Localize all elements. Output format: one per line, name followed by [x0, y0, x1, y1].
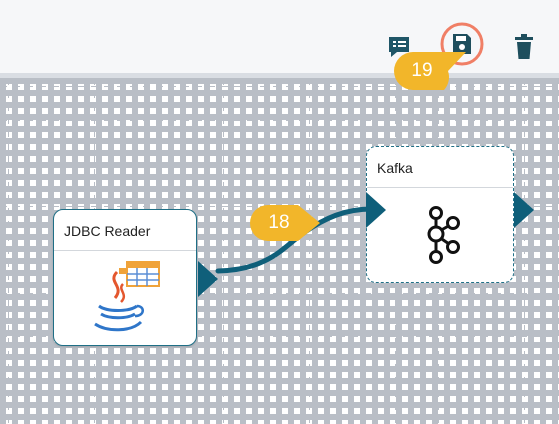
jdbc-reader-node[interactable]: JDBC Reader [53, 209, 218, 346]
kafka-node[interactable]: Kafka [365, 146, 534, 283]
kafka-body [367, 188, 513, 282]
kafka-icon [427, 206, 460, 264]
jdbc-output-port[interactable] [198, 261, 218, 297]
step-18-callout: 18 [268, 212, 290, 233]
jdbc-reader-body [54, 251, 196, 345]
kafka-output-port[interactable] [514, 192, 534, 228]
kafka-input-port[interactable] [365, 192, 386, 228]
jdbc-reader-title: JDBC Reader [64, 223, 151, 239]
step-19-callout: 19 [411, 60, 433, 81]
java-table-icon [94, 261, 160, 332]
kafka-title: Kafka [377, 160, 413, 176]
